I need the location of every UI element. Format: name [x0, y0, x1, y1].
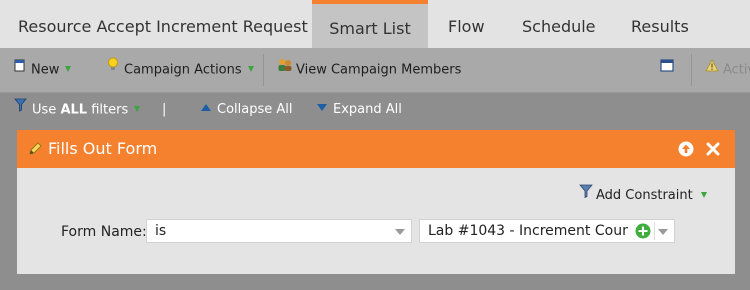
- expand-all-button[interactable]: Expand All: [317, 93, 402, 127]
- toolbar-divider: [691, 54, 692, 86]
- use-all-bold: ALL: [60, 102, 88, 118]
- dropdown-arrow-icon: [65, 66, 72, 72]
- tab-smart-list[interactable]: Smart List: [312, 0, 428, 48]
- triangle-down-icon: [317, 104, 327, 111]
- operator-value: is: [155, 223, 167, 239]
- filter-options-bar: Use ALL filters | Collapse All Expand Al…: [0, 93, 750, 127]
- close-icon[interactable]: [706, 141, 720, 160]
- dropdown-arrow-icon: [134, 106, 141, 112]
- campaign-actions-button[interactable]: Campaign Actions: [107, 48, 254, 92]
- add-constraint-button[interactable]: Add Constraint: [579, 184, 707, 205]
- funnel-icon: [579, 184, 593, 205]
- chevron-down-icon: [395, 229, 405, 235]
- new-label: New: [31, 62, 60, 78]
- people-icon: [277, 47, 293, 91]
- form-name-label: Form Name:: [61, 224, 147, 240]
- warning-icon: [705, 47, 719, 91]
- tab-bar: Resource Accept Increment Request Smart …: [0, 0, 750, 48]
- use-label: Use: [32, 102, 57, 118]
- activate-button[interactable]: Activ: [705, 48, 750, 92]
- collapse-all-button[interactable]: Collapse All: [201, 93, 293, 127]
- tab-results[interactable]: Results: [631, 0, 689, 48]
- triangle-up-icon: [201, 104, 211, 111]
- tab-resource-accept-increment-request[interactable]: Resource Accept Increment Request: [18, 0, 308, 48]
- form-name-value: Lab #1043 - Increment Counte: [428, 223, 628, 239]
- operator-select[interactable]: is: [146, 219, 412, 243]
- plus-circle-icon[interactable]: [635, 223, 651, 242]
- filter-card: Fills Out Form Add Constraint Form Name:…: [17, 130, 735, 274]
- tab-schedule[interactable]: Schedule: [522, 0, 596, 48]
- window-icon: [660, 47, 674, 91]
- expand-all-label: Expand All: [333, 102, 402, 117]
- dropdown-arrow-icon: [247, 66, 254, 72]
- select-divider: [654, 222, 655, 240]
- view-campaign-members-button[interactable]: View Campaign Members: [277, 48, 461, 92]
- collapse-all-label: Collapse All: [217, 102, 293, 117]
- circle-arrow-up-icon[interactable]: [678, 141, 694, 161]
- pencil-icon: [27, 141, 43, 161]
- window-button[interactable]: [660, 48, 679, 92]
- lightbulb-icon: [107, 47, 119, 91]
- new-document-icon: [14, 47, 26, 91]
- view-campaign-members-label: View Campaign Members: [296, 62, 462, 78]
- dropdown-arrow-icon: [700, 191, 707, 198]
- new-menu-button[interactable]: New: [14, 47, 72, 92]
- form-name-select[interactable]: Lab #1043 - Increment Counte: [419, 219, 675, 243]
- filter-title: Fills Out Form: [48, 139, 158, 158]
- toolbar: New Campaign Actions View Campaign Membe…: [0, 48, 750, 93]
- add-constraint-label: Add Constraint: [596, 188, 693, 203]
- chevron-down-icon: [658, 229, 668, 235]
- campaign-actions-label: Campaign Actions: [124, 62, 242, 78]
- filterbar-separator: |: [162, 102, 167, 117]
- use-filters-dropdown[interactable]: Use ALL filters: [14, 92, 141, 127]
- activate-label: Activ: [723, 62, 750, 78]
- toolbar-divider: [263, 54, 264, 86]
- filters-label: filters: [91, 102, 129, 118]
- funnel-icon: [14, 92, 27, 126]
- filter-card-header[interactable]: Fills Out Form: [17, 130, 735, 168]
- tab-flow[interactable]: Flow: [448, 0, 485, 48]
